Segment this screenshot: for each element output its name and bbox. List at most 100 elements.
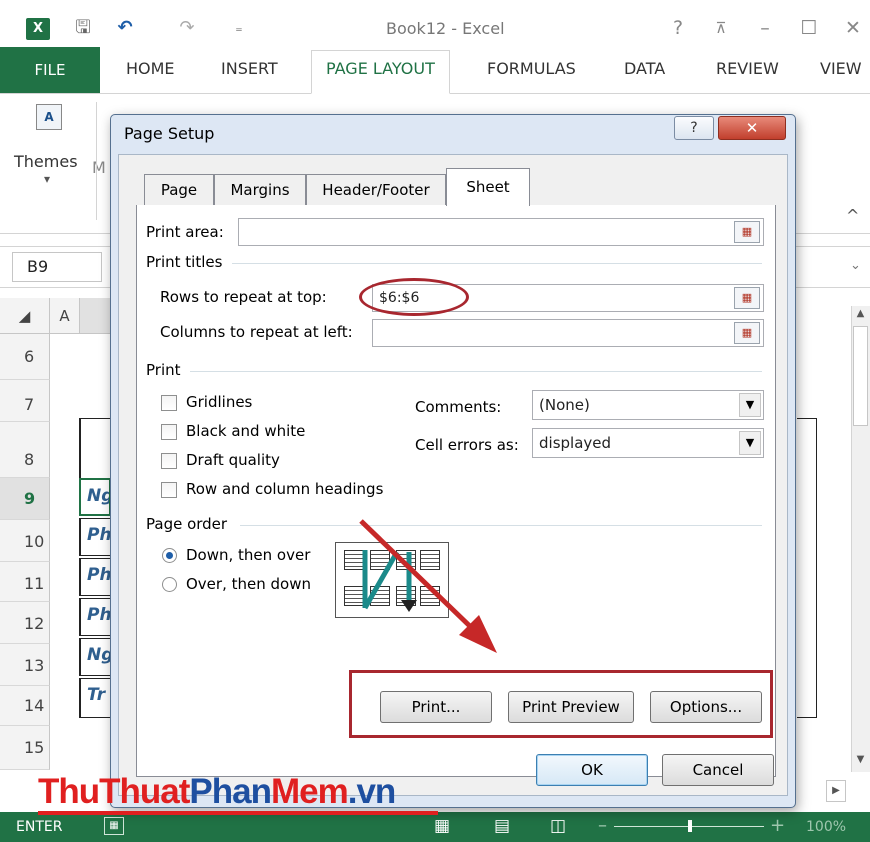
dialog-tab-sheet[interactable]: Sheet xyxy=(446,168,530,206)
formula-expand-icon[interactable]: ⌄ xyxy=(850,258,861,273)
tab-formulas[interactable]: FORMULAS xyxy=(487,59,576,78)
undo-icon[interactable]: ↶ xyxy=(114,17,136,39)
over-then-down-radio[interactable] xyxy=(162,577,177,592)
chevron-down-icon[interactable]: ▼ xyxy=(739,393,761,417)
print-button[interactable]: Print... xyxy=(380,691,492,723)
macro-record-icon[interactable]: ▦ xyxy=(104,817,124,835)
ribbon-display-icon[interactable]: ⊼ xyxy=(708,15,734,41)
zoom-in-icon[interactable]: + xyxy=(770,815,785,836)
rows-to-repeat-label: Rows to repeat at top: xyxy=(160,288,327,306)
redo-icon[interactable]: ↷ xyxy=(176,17,198,39)
draft-quality-checkbox[interactable] xyxy=(161,453,177,469)
black-and-white-label[interactable]: Black and white xyxy=(186,422,305,440)
tab-page-layout[interactable]: PAGE LAYOUT xyxy=(311,50,450,94)
cell[interactable]: Ng xyxy=(79,638,111,676)
annotation-ellipse xyxy=(359,278,469,316)
close-window-icon[interactable]: ✕ xyxy=(840,15,866,41)
draft-quality-label[interactable]: Draft quality xyxy=(186,451,280,469)
chevron-down-icon[interactable]: ▼ xyxy=(739,431,761,455)
normal-view-icon[interactable]: ▦ xyxy=(434,816,450,836)
chevron-down-icon[interactable]: ▾ xyxy=(44,172,50,186)
comments-value: (None) xyxy=(539,396,590,414)
row-header[interactable]: 7 xyxy=(0,380,50,422)
column-header-a[interactable]: A xyxy=(50,298,80,334)
dialog-close-button[interactable]: ✕ xyxy=(718,116,786,140)
cell[interactable]: Ph xyxy=(79,558,111,596)
window-title: Book12 - Excel xyxy=(386,19,505,38)
cell-errors-value: displayed xyxy=(539,434,612,452)
row-header-selected[interactable]: 9 xyxy=(0,478,50,520)
scroll-down-icon[interactable]: ▼ xyxy=(853,754,868,770)
cell[interactable]: Ph xyxy=(79,598,111,636)
down-then-over-radio[interactable] xyxy=(162,548,177,563)
row-header[interactable]: 12 xyxy=(0,602,50,644)
select-all-corner[interactable]: ◢ xyxy=(0,298,50,334)
customize-quick-access-icon[interactable]: ₌ xyxy=(228,17,250,39)
dialog-tab-margins[interactable]: Margins xyxy=(214,174,306,206)
dialog-tab-page[interactable]: Page xyxy=(144,174,214,206)
collapse-dialog-icon[interactable]: ▦ xyxy=(734,287,760,309)
ribbon-partial-label: M xyxy=(92,158,106,177)
maximize-icon[interactable]: ☐ xyxy=(796,15,822,41)
name-box[interactable]: B9 xyxy=(12,252,102,282)
collapse-ribbon-icon[interactable]: ^ xyxy=(846,206,859,225)
print-preview-button[interactable]: Print Preview xyxy=(508,691,634,723)
tab-insert[interactable]: INSERT xyxy=(221,59,278,78)
collapse-dialog-icon[interactable]: ▦ xyxy=(734,322,760,344)
scroll-up-icon[interactable]: ▲ xyxy=(853,308,868,324)
zoom-slider-thumb[interactable] xyxy=(688,820,692,832)
row-column-headings-label[interactable]: Row and column headings xyxy=(186,480,383,498)
tab-view[interactable]: VIEW xyxy=(820,59,862,78)
columns-to-repeat-input[interactable] xyxy=(372,319,764,347)
gridlines-checkbox[interactable] xyxy=(161,395,177,411)
comments-label: Comments: xyxy=(415,398,502,416)
page-break-view-icon[interactable]: ◫ xyxy=(550,816,566,836)
row-header[interactable]: 15 xyxy=(0,726,50,770)
row-header[interactable]: 13 xyxy=(0,644,50,686)
dialog-title: Page Setup xyxy=(124,124,215,143)
tab-home[interactable]: HOME xyxy=(126,59,175,78)
dialog-tab-header-footer[interactable]: Header/Footer xyxy=(306,174,446,206)
themes-button-label[interactable]: Themes xyxy=(14,152,78,171)
page-layout-view-icon[interactable]: ▤ xyxy=(494,816,510,836)
watermark-underline xyxy=(38,811,438,815)
cell[interactable] xyxy=(79,418,111,480)
help-icon[interactable]: ? xyxy=(665,15,691,41)
zoom-level[interactable]: 100% xyxy=(806,819,846,835)
row-column-headings-checkbox[interactable] xyxy=(161,482,177,498)
collapse-dialog-icon[interactable]: ▦ xyxy=(734,221,760,243)
print-section-label: Print xyxy=(146,361,181,379)
row-header[interactable]: 11 xyxy=(0,562,50,602)
scrollbar-thumb[interactable] xyxy=(853,326,868,426)
status-mode: ENTER xyxy=(16,819,63,835)
cell-errors-select[interactable]: displayed ▼ xyxy=(532,428,764,458)
gridlines-label[interactable]: Gridlines xyxy=(186,393,252,411)
ok-button[interactable]: OK xyxy=(536,754,648,786)
tab-data[interactable]: DATA xyxy=(624,59,665,78)
tab-review[interactable]: REVIEW xyxy=(716,59,779,78)
save-icon[interactable]: 🖫 xyxy=(72,17,94,39)
column-header-b[interactable] xyxy=(80,298,112,334)
row-header[interactable]: 6 xyxy=(0,334,50,380)
minimize-icon[interactable]: – xyxy=(752,15,778,41)
themes-icon[interactable]: A xyxy=(36,104,62,130)
row-header[interactable]: 8 xyxy=(0,422,50,478)
print-area-input[interactable] xyxy=(238,218,764,246)
zoom-out-icon[interactable]: – xyxy=(598,815,607,836)
over-then-down-label[interactable]: Over, then down xyxy=(186,575,311,593)
comments-select[interactable]: (None) ▼ xyxy=(532,390,764,420)
tab-file[interactable]: FILE xyxy=(0,47,100,93)
cell-selected[interactable]: Ng xyxy=(79,478,111,516)
row-header[interactable]: 10 xyxy=(0,520,50,562)
dialog-help-button[interactable]: ? xyxy=(674,116,714,140)
down-then-over-label[interactable]: Down, then over xyxy=(186,546,310,564)
scroll-right-icon[interactable]: ▶ xyxy=(826,780,846,802)
options-button[interactable]: Options... xyxy=(650,691,762,723)
cell[interactable]: Tr xyxy=(79,678,111,718)
row-header[interactable]: 14 xyxy=(0,686,50,726)
black-and-white-checkbox[interactable] xyxy=(161,424,177,440)
ribbon-divider xyxy=(96,102,97,220)
cell-range-right-edge xyxy=(797,418,817,718)
cell[interactable]: Ph xyxy=(79,518,111,556)
cancel-button[interactable]: Cancel xyxy=(662,754,774,786)
